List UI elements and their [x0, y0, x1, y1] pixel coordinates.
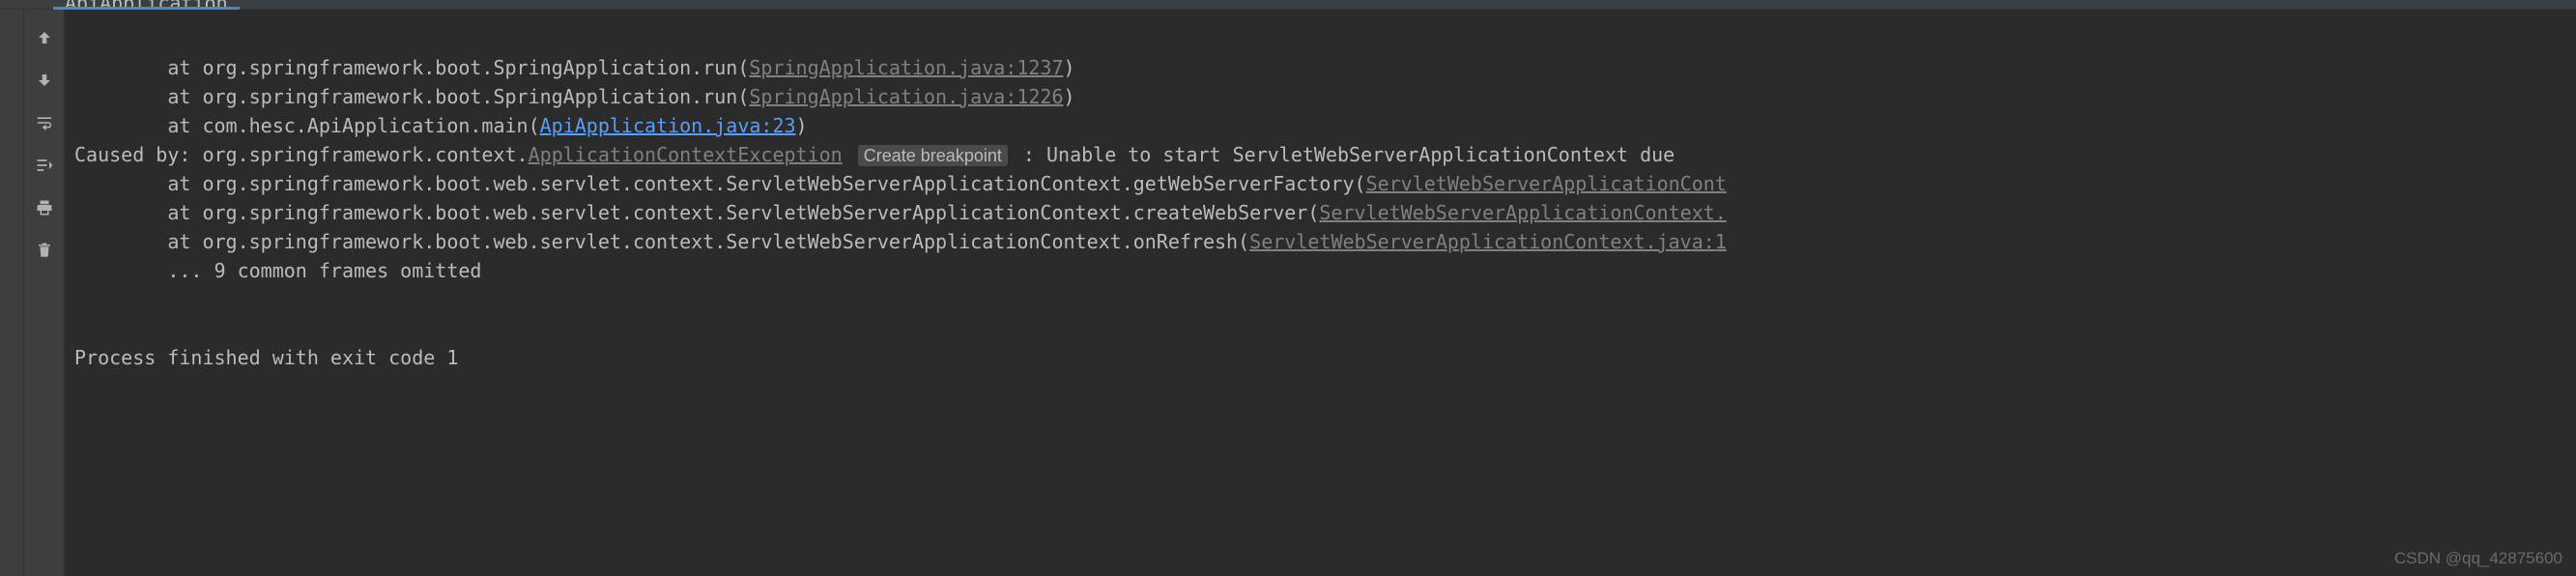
tab-label: ApiApplication: [65, 0, 228, 10]
stack-text: at org.springframework.boot.SpringApplic…: [74, 56, 749, 79]
stack-text: ): [1064, 56, 1075, 79]
main-area: at org.springframework.boot.SpringApplic…: [0, 10, 2576, 576]
stack-text: : Unable to start ServletWebServerApplic…: [1012, 143, 1686, 166]
print-icon[interactable]: [34, 197, 55, 218]
left-gutter: [0, 10, 24, 576]
stack-text: ): [796, 114, 808, 137]
stack-text: Caused by: org.springframework.context.: [74, 143, 529, 166]
source-link[interactable]: SpringApplication.java:1226: [749, 85, 1063, 108]
stack-line: at org.springframework.boot.SpringApplic…: [74, 85, 1075, 108]
stack-line: at org.springframework.boot.web.servlet.…: [74, 201, 1727, 224]
up-arrow-icon[interactable]: [34, 27, 55, 48]
watermark: CSDN @qq_42875600: [2394, 549, 2562, 568]
delete-icon[interactable]: [34, 240, 55, 261]
stack-text: at com.hesc.ApiApplication.main(: [74, 114, 540, 137]
source-link[interactable]: ServletWebServerApplicationCont: [1366, 172, 1727, 195]
blank-line: [74, 288, 86, 311]
blank-line: [74, 317, 86, 340]
soft-wrap-icon[interactable]: [34, 112, 55, 133]
stack-line: at org.springframework.boot.web.servlet.…: [74, 172, 1727, 195]
exception-link[interactable]: ApplicationContextException: [529, 143, 843, 166]
frames-omitted: ... 9 common frames omitted: [74, 259, 481, 282]
stack-line: at com.hesc.ApiApplication.main(ApiAppli…: [74, 114, 808, 137]
stack-text: ): [1064, 85, 1075, 108]
source-link[interactable]: ServletWebServerApplicationContext.java:…: [1249, 230, 1727, 253]
down-arrow-icon[interactable]: [34, 70, 55, 91]
source-link[interactable]: SpringApplication.java:1237: [749, 56, 1063, 79]
stack-text: at org.springframework.boot.web.servlet.…: [74, 230, 1249, 253]
source-link[interactable]: ServletWebServerApplicationContext.: [1319, 201, 1726, 224]
create-breakpoint-button[interactable]: Create breakpoint: [858, 145, 1008, 166]
stack-line: at org.springframework.boot.SpringApplic…: [74, 56, 1075, 79]
exit-code-line: Process finished with exit code 1: [74, 346, 458, 369]
console-output: at org.springframework.boot.SpringApplic…: [65, 10, 2576, 576]
stack-line: at org.springframework.boot.web.servlet.…: [74, 230, 1727, 253]
caused-by-line: Caused by: org.springframework.context.A…: [74, 143, 1686, 166]
stack-text: at org.springframework.boot.SpringApplic…: [74, 85, 749, 108]
tab-bar: ApiApplication: [0, 0, 2576, 10]
scroll-to-end-icon[interactable]: [34, 155, 55, 176]
tab-api-application[interactable]: ApiApplication: [53, 0, 240, 10]
stack-text: at org.springframework.boot.web.servlet.…: [74, 201, 1319, 224]
stack-text: at org.springframework.boot.web.servlet.…: [74, 172, 1366, 195]
console-toolbar: [24, 10, 65, 576]
source-link[interactable]: ApiApplication.java:23: [540, 114, 796, 137]
